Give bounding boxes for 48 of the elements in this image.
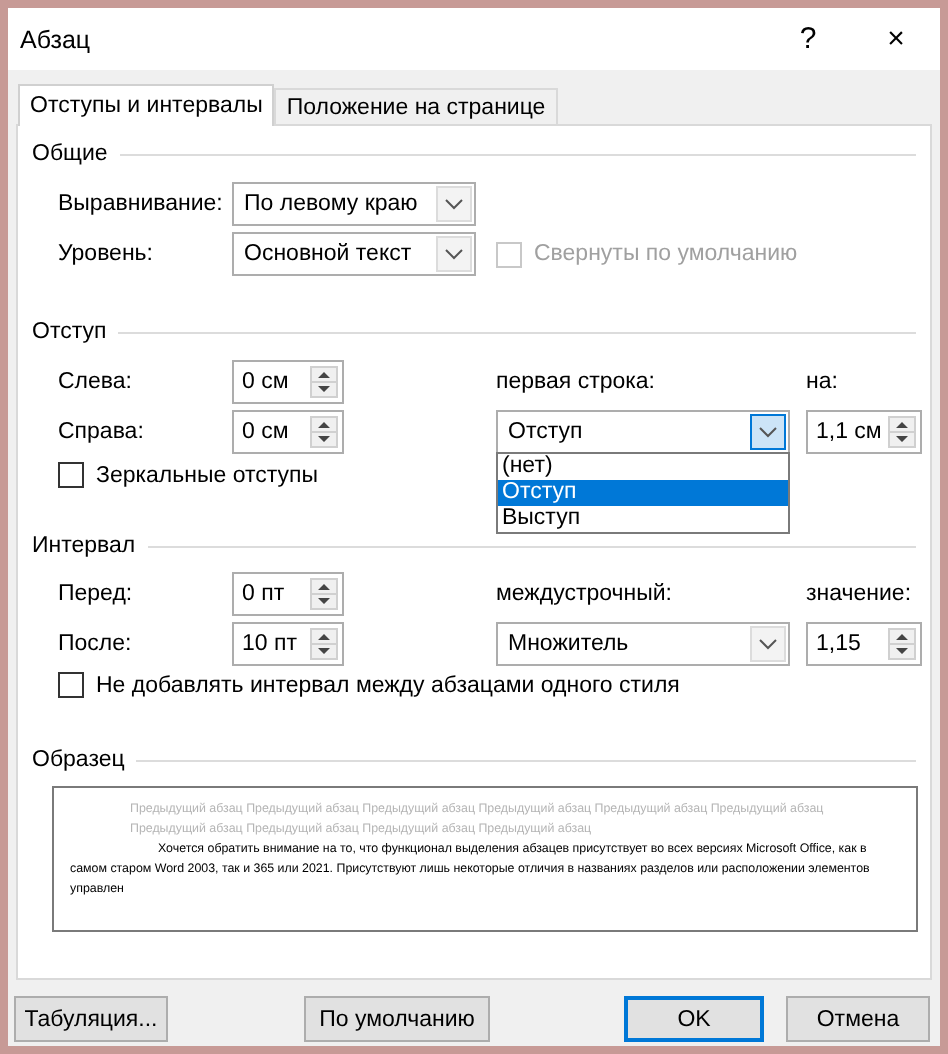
group-heading: Интервал [32,534,136,558]
chevron-down-icon[interactable] [750,414,786,450]
dialog-button[interactable]: Табуляция... [14,996,168,1042]
checkbox-label: Зеркальные отступы [96,463,318,487]
field-label: После: [58,632,134,656]
group-heading: Общие [32,142,108,166]
spin-field[interactable]: 10 пт [232,622,344,666]
field-label: на: [806,370,840,394]
dropdown-option[interactable]: Выступ [498,506,788,532]
spin-field[interactable]: 0 см [232,360,344,404]
checkbox[interactable] [58,672,84,698]
checkbox-label: Свернуты по умолчанию [534,242,798,266]
dropdown[interactable]: Отступ [496,410,790,454]
field-label: значение: [806,582,914,606]
dialog-button[interactable]: По умолчанию [304,996,490,1042]
dropdown-option[interactable]: Отступ [498,480,788,506]
spin-field[interactable]: 1,15 [806,622,922,666]
field-label: междустрочный: [496,582,674,606]
spinner-icon[interactable] [310,578,338,610]
spinner-icon[interactable] [888,628,916,660]
tab[interactable]: Положение на странице [274,88,558,124]
spin-field[interactable]: 0 пт [232,572,344,616]
field-label: Выравнивание: [58,192,225,216]
spinner-icon[interactable] [310,366,338,398]
field-label: Справа: [58,420,146,444]
dialog-button[interactable]: Отмена [786,996,930,1042]
dropdown[interactable]: Основной текст [232,232,476,276]
spin-field[interactable]: 0 см [232,410,344,454]
checkbox-label: Не добавлять интервал между абзацами одного стиля [96,673,680,697]
window-title: Абзац [20,25,93,53]
tab[interactable]: Отступы и интервалы [18,84,275,126]
spinner-icon[interactable] [310,416,338,448]
close-button[interactable]: × [852,22,940,56]
field-label: первая строка: [496,370,658,394]
dialog-button[interactable]: OK [624,996,764,1042]
dropdown[interactable]: Множитель [496,622,790,666]
group-heading: Образец [32,748,125,772]
spin-field[interactable]: 1,1 см [806,410,922,454]
spinner-icon[interactable] [888,416,916,448]
dropdown-option[interactable]: (нет) [498,454,788,480]
field-label: Слева: [58,370,134,394]
field-label: Уровень: [58,242,155,266]
help-button[interactable]: ? [764,22,852,56]
group-heading: Отступ [32,320,107,344]
spinner-icon[interactable] [310,628,338,660]
checkbox[interactable] [58,462,84,488]
field-label: Перед: [58,582,135,606]
dropdown[interactable]: По левому краю [232,182,476,226]
